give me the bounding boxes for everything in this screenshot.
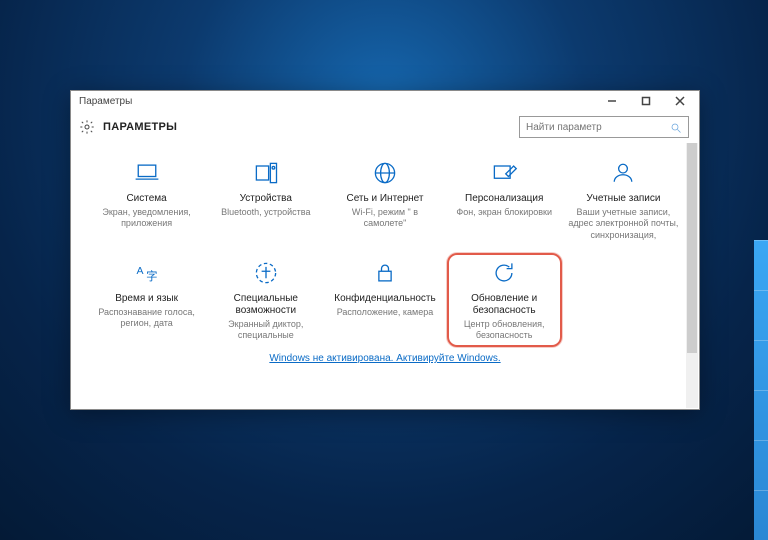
activation-link[interactable]: Windows не активирована. Активируйте Win… [89,353,681,364]
page-title: ПАРАМЕТРЫ [103,121,177,133]
search-box[interactable] [519,116,689,138]
tile-desc: Wi-Fi, режим " в самолете" [329,207,440,230]
search-icon [670,121,682,133]
scrollbar-thumb[interactable] [687,143,697,353]
tile-desc: Экран, уведомления, приложения [91,207,202,230]
tile-ease-of-access[interactable]: Специальные возможности Экранный диктор,… [208,253,323,348]
scrollbar[interactable] [686,143,698,408]
personalization-icon [490,159,518,187]
tile-desc: Центр обновления, безопасность [449,319,560,342]
search-input[interactable] [526,122,664,133]
titlebar: Параметры [71,91,699,111]
tile-desc: Расположение, камера [337,307,434,318]
svg-text:A: A [136,265,143,277]
settings-grid: Система Экран, уведомления, приложения У… [89,153,681,347]
tile-title: Специальные возможности [210,293,321,317]
tile-title: Система [126,193,166,205]
laptop-icon [133,159,161,187]
update-icon [490,259,518,287]
close-button[interactable] [663,91,697,111]
tile-title: Конфиденциальность [334,293,435,305]
tile-desc: Ваши учетные записи, адрес электронной п… [568,207,679,241]
settings-body: Система Экран, уведомления, приложения У… [71,143,699,409]
maximize-button[interactable] [629,91,663,111]
taskbar-glow [754,240,768,540]
tile-title: Сеть и Интернет [346,193,423,205]
lock-icon [371,259,399,287]
tile-personalization[interactable]: Персонализация Фон, экран блокировки [447,153,562,247]
tile-title: Персонализация [465,193,543,205]
devices-icon [252,159,280,187]
tile-devices[interactable]: Устройства Bluetooth, устройства [208,153,323,247]
window-controls [595,91,697,111]
language-icon: A字 [133,259,161,287]
tile-desc: Экранный диктор, специальные [210,319,321,342]
gear-icon [79,119,95,135]
tile-accounts[interactable]: Учетные записи Ваши учетные записи, адре… [566,153,681,247]
minimize-button[interactable] [595,91,629,111]
tile-update-security[interactable]: Обновление и безопасность Центр обновлен… [447,253,562,348]
tile-desc: Распознавание голоса, регион, дата [91,307,202,330]
tile-time-language[interactable]: A字 Время и язык Распознавание голоса, ре… [89,253,204,348]
tile-title: Учетные записи [586,193,660,205]
window-title: Параметры [79,96,132,107]
settings-window: Параметры ПАРАМЕТРЫ [70,90,700,410]
user-icon [609,159,637,187]
tile-desc: Bluetooth, устройства [221,207,310,218]
svg-text:字: 字 [146,269,157,283]
tile-desc: Фон, экран блокировки [456,207,552,218]
header: ПАРАМЕТРЫ [71,111,699,143]
tile-privacy[interactable]: Конфиденциальность Расположение, камера [327,253,442,348]
tile-title: Обновление и безопасность [449,293,560,317]
accessibility-icon [252,259,280,287]
tile-system[interactable]: Система Экран, уведомления, приложения [89,153,204,247]
tile-title: Устройства [240,193,292,205]
globe-icon [371,159,399,187]
tile-network[interactable]: Сеть и Интернет Wi-Fi, режим " в самолет… [327,153,442,247]
tile-title: Время и язык [115,293,178,305]
